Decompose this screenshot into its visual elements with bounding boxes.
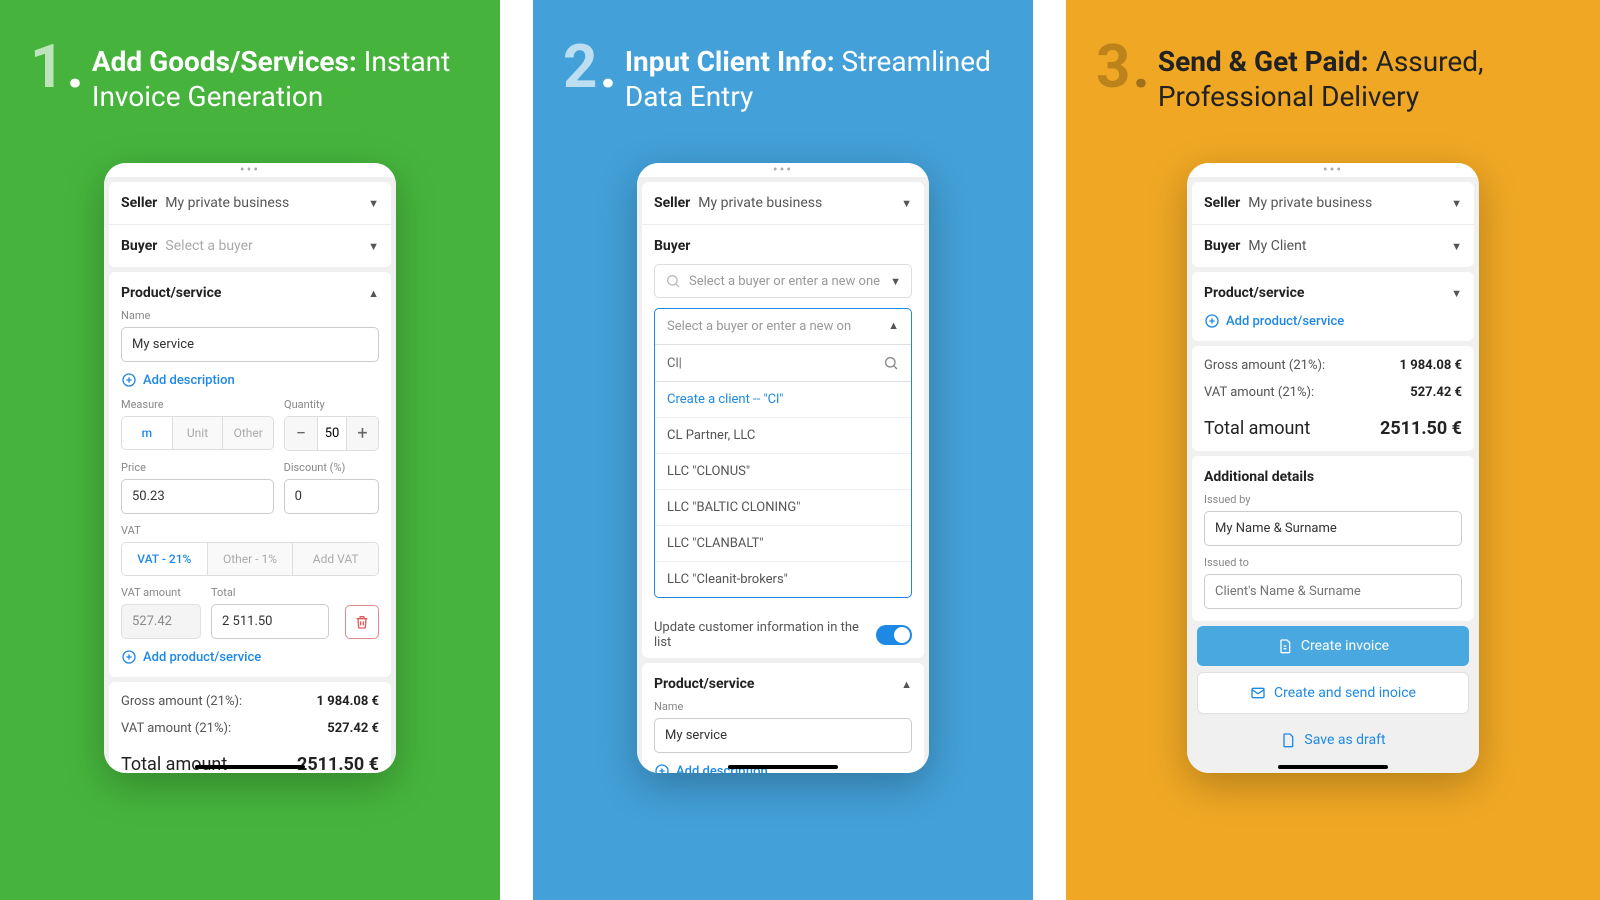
add-description-button[interactable]: Add description bbox=[121, 372, 379, 388]
document-icon bbox=[1277, 638, 1293, 654]
dropdown-search[interactable]: Cl| bbox=[655, 345, 911, 382]
vat-row: VAT amount (21%):527.42 € bbox=[109, 715, 391, 742]
update-info-toggle[interactable] bbox=[876, 625, 912, 645]
trash-icon bbox=[354, 614, 370, 630]
chevron-down-icon: ▼ bbox=[368, 240, 379, 253]
vat-amount-readonly: 527.42 bbox=[121, 604, 201, 639]
seller-row[interactable]: Seller My private business ▼ bbox=[642, 182, 924, 225]
plus-circle-icon bbox=[1204, 313, 1220, 329]
seller-row[interactable]: Seller My private business ▼ bbox=[109, 182, 391, 225]
save-draft-button[interactable]: Save as draft bbox=[1197, 720, 1469, 760]
buyer-search[interactable]: Select a buyer or enter a new one ▼ bbox=[654, 264, 912, 298]
add-product-service-button[interactable]: Add product/service bbox=[1204, 313, 1462, 329]
quantity-stepper[interactable]: − 50 + bbox=[284, 416, 379, 451]
step-number: 1 bbox=[30, 40, 64, 94]
heading-2: 2. Input Client Info: Streamlined Data E… bbox=[533, 40, 1033, 144]
client-option[interactable]: LLC "CLONUS" bbox=[655, 454, 911, 490]
issued-to-input[interactable] bbox=[1204, 574, 1462, 609]
update-info-toggle-row: Update customer information in the list bbox=[642, 608, 924, 658]
search-icon bbox=[883, 355, 899, 371]
total-row: Total amount2511.50 € bbox=[1192, 406, 1474, 451]
client-option[interactable]: LLC "BALTIC CLONING" bbox=[655, 490, 911, 526]
plus-circle-icon bbox=[121, 372, 137, 388]
quantity-value[interactable]: 50 bbox=[317, 417, 346, 450]
vat-add[interactable]: Add VAT bbox=[292, 543, 378, 575]
buyer-row[interactable]: Buyer My Client ▼ bbox=[1192, 225, 1474, 267]
vat-21[interactable]: VAT - 21% bbox=[122, 543, 207, 575]
search-icon bbox=[665, 273, 681, 289]
measure-segmented[interactable]: m Unit Other bbox=[121, 416, 274, 450]
delete-button[interactable] bbox=[345, 605, 379, 639]
client-option[interactable]: CL Partner, LLC bbox=[655, 418, 911, 454]
chevron-up-icon: ▲ bbox=[888, 319, 899, 332]
create-and-send-button[interactable]: Create and send inoice bbox=[1197, 672, 1469, 714]
seller-row[interactable]: Seller My private business ▼ bbox=[1192, 182, 1474, 225]
chevron-down-icon: ▼ bbox=[890, 275, 901, 288]
client-option[interactable]: LLC "Cleanit-brokers" bbox=[655, 562, 911, 597]
create-invoice-button[interactable]: Create invoice bbox=[1197, 626, 1469, 666]
product-service-header[interactable]: Product/service ▲ bbox=[109, 272, 391, 309]
heading-3: 3. Send & Get Paid: Assured, Professiona… bbox=[1066, 40, 1600, 144]
buyer-section: Buyer bbox=[642, 225, 924, 254]
plus-button[interactable]: + bbox=[346, 417, 378, 450]
home-indicator bbox=[195, 765, 305, 769]
price-input[interactable] bbox=[121, 479, 274, 514]
chevron-down-icon: ▼ bbox=[1451, 240, 1462, 253]
draft-icon bbox=[1280, 732, 1296, 748]
vat-segmented[interactable]: VAT - 21% Other - 1% Add VAT bbox=[121, 542, 379, 576]
name-label: Name bbox=[121, 309, 379, 322]
chevron-down-icon: ▼ bbox=[1451, 197, 1462, 210]
product-service-header[interactable]: Product/service ▼ bbox=[1192, 272, 1474, 309]
measure-other[interactable]: Other bbox=[222, 417, 273, 449]
chevron-down-icon: ▼ bbox=[901, 197, 912, 210]
home-indicator bbox=[728, 765, 838, 769]
chevron-down-icon: ▼ bbox=[368, 197, 379, 210]
phone-mock-3: Seller My private business ▼ Buyer My Cl… bbox=[1187, 163, 1479, 773]
total-input[interactable] bbox=[211, 604, 329, 639]
phone-mock-1: Seller My private business ▼ Buyer Selec… bbox=[104, 163, 396, 773]
dropdown-header[interactable]: Select a buyer or enter a new on ▲ bbox=[655, 309, 911, 345]
name-input[interactable] bbox=[654, 718, 912, 753]
heading-1: 1. Add Goods/Services: Instant Invoice G… bbox=[0, 40, 500, 144]
buyer-row[interactable]: Buyer Select a buyer ▼ bbox=[109, 225, 391, 267]
status-dots bbox=[104, 163, 396, 177]
title-strong: Add Goods/Services: bbox=[92, 45, 357, 78]
chevron-up-icon: ▲ bbox=[368, 287, 379, 300]
plus-circle-icon bbox=[121, 649, 137, 665]
feature-panel-3: 3. Send & Get Paid: Assured, Professiona… bbox=[1066, 0, 1600, 900]
discount-input[interactable] bbox=[284, 479, 379, 514]
name-input[interactable] bbox=[121, 327, 379, 362]
buyer-dropdown: Select a buyer or enter a new on ▲ Cl| C… bbox=[654, 308, 912, 598]
chevron-down-icon: ▼ bbox=[1451, 287, 1462, 300]
measure-unit[interactable]: Unit bbox=[172, 417, 223, 449]
phone-mock-2: Seller My private business ▼ Buyer Selec… bbox=[637, 163, 929, 773]
minus-button[interactable]: − bbox=[285, 417, 317, 450]
issued-by-input[interactable] bbox=[1204, 511, 1462, 546]
gross-row: Gross amount (21%):1 984.08 € bbox=[1192, 352, 1474, 379]
vat-row: VAT amount (21%):527.42 € bbox=[1192, 379, 1474, 406]
mail-icon bbox=[1250, 685, 1266, 701]
add-product-service-button[interactable]: Add product/service bbox=[121, 649, 379, 665]
measure-m[interactable]: m bbox=[122, 417, 172, 449]
additional-details-header: Additional details bbox=[1192, 456, 1474, 493]
feature-panel-2: 2. Input Client Info: Streamlined Data E… bbox=[533, 0, 1033, 900]
gross-row: Gross amount (21%):1 984.08 € bbox=[109, 688, 391, 715]
product-service-header[interactable]: Product/service ▲ bbox=[642, 663, 924, 700]
feature-panel-1: 1. Add Goods/Services: Instant Invoice G… bbox=[0, 0, 500, 900]
client-option[interactable]: LLC "CLANBALT" bbox=[655, 526, 911, 562]
chevron-up-icon: ▲ bbox=[901, 678, 912, 691]
create-client-option[interactable]: Create a client -- "Cl" bbox=[655, 382, 911, 418]
home-indicator bbox=[1278, 765, 1388, 769]
plus-circle-icon bbox=[654, 763, 670, 773]
vat-other[interactable]: Other - 1% bbox=[207, 543, 293, 575]
